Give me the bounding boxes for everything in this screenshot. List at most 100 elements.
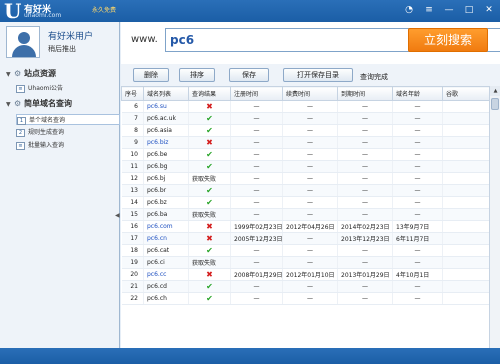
- available-check-icon: ✔: [188, 292, 231, 305]
- table-row[interactable]: 14 pc6.bz ✔ — — — —: [121, 196, 489, 209]
- domain-cell: pc6.biz: [143, 136, 189, 149]
- table-row[interactable]: 8 pc6.asia ✔ — — — —: [121, 124, 489, 137]
- column-header[interactable]: 续费时间: [282, 86, 338, 101]
- google-cell: [442, 208, 489, 221]
- table-row[interactable]: 12 pc6.bj 获取失败 — — — —: [121, 172, 489, 185]
- date-cell: —: [282, 124, 338, 137]
- table-row[interactable]: 21 pc6.cd ✔ — — — —: [121, 280, 489, 293]
- search-strip: www. pc6 立刻搜索: [121, 22, 500, 64]
- domain-cell: pc6.cc: [143, 268, 189, 281]
- skin-icon[interactable]: ◔: [402, 4, 416, 16]
- menu-icon[interactable]: ≡: [422, 4, 436, 16]
- table-row[interactable]: 10 pc6.be ✔ — — — —: [121, 148, 489, 161]
- row-number: 19: [121, 256, 144, 269]
- date-cell: —: [282, 244, 338, 257]
- column-header[interactable]: 域名列表: [143, 86, 189, 101]
- vertical-scrollbar[interactable]: ▲: [489, 86, 500, 348]
- date-cell: —: [392, 148, 443, 161]
- row-number: 16: [121, 220, 144, 233]
- registered-cross-icon: ✖: [188, 100, 231, 113]
- results-table[interactable]: 序号 域名列表 查询结果 注册时间 续费时间 到期时间 域名年龄 谷歌 6 pc6…: [121, 86, 489, 348]
- column-header[interactable]: 到期时间: [337, 86, 393, 101]
- section-title: 简单域名查询: [24, 99, 72, 108]
- collapse-triangle-icon: ▼: [6, 71, 11, 78]
- google-cell: [442, 184, 489, 197]
- table-row[interactable]: 7 pc6.ac.uk ✔ — — — —: [121, 112, 489, 125]
- status-bar: [0, 348, 500, 364]
- sidebar-section-simple-query[interactable]: ▼ ⚙ 简单域名查询: [0, 98, 120, 110]
- date-cell: —: [282, 148, 338, 161]
- table-row[interactable]: 20 pc6.cc ✖ 2008年01月29日 2012年01月10日 2013年01月2…: [121, 268, 489, 281]
- scroll-up-icon[interactable]: ▲: [490, 86, 500, 96]
- date-cell: —: [282, 100, 338, 113]
- date-cell: —: [230, 184, 283, 197]
- column-header[interactable]: 注册时间: [230, 86, 283, 101]
- google-cell: [442, 268, 489, 281]
- available-check-icon: ✔: [188, 160, 231, 173]
- search-button[interactable]: 立刻搜索: [408, 28, 488, 52]
- sidebar-item-single-query[interactable]: 1 单个域名查询: [16, 114, 120, 125]
- column-header[interactable]: 查询结果: [188, 86, 231, 101]
- avatar-body-icon: [12, 45, 36, 57]
- list-icon: ≡: [16, 141, 25, 150]
- date-cell: —: [392, 160, 443, 173]
- table-row[interactable]: 16 pc6.com ✖ 1999年02月23日 2012年04月26日 2014年02月…: [121, 220, 489, 233]
- date-cell: —: [337, 208, 393, 221]
- row-number: 17: [121, 232, 144, 245]
- registered-cross-icon: ✖: [188, 220, 231, 233]
- minimize-icon[interactable]: —: [442, 4, 456, 16]
- date-cell: —: [337, 244, 393, 257]
- date-cell: 2005年12月23日: [230, 232, 283, 245]
- result-text: 获取失败: [188, 208, 231, 221]
- table-row[interactable]: 11 pc6.bg ✔ — — — —: [121, 160, 489, 173]
- collapse-sidebar-icon[interactable]: ◀: [115, 212, 120, 219]
- date-cell: —: [282, 256, 338, 269]
- table-row[interactable]: 19 pc6.ci 获取失败 — — — —: [121, 256, 489, 269]
- table-row[interactable]: 6 pc6.su ✖ — — — —: [121, 100, 489, 113]
- google-cell: [442, 172, 489, 185]
- delete-button[interactable]: 删除: [133, 68, 169, 82]
- sidebar-item-announcement[interactable]: ≡ Uhaomi公告: [16, 83, 120, 94]
- open-save-dir-button[interactable]: 打开保存目录: [283, 68, 353, 82]
- maximize-icon[interactable]: □: [462, 4, 476, 16]
- date-cell: —: [337, 160, 393, 173]
- table-row[interactable]: 17 pc6.cn ✖ 2005年12月23日 —2013年12月23日 6年11月7日: [121, 232, 489, 245]
- scroll-thumb[interactable]: [491, 98, 499, 110]
- save-button[interactable]: 保存: [229, 68, 269, 82]
- google-cell: [442, 292, 489, 305]
- sort-button[interactable]: 排序: [179, 68, 215, 82]
- table-row[interactable]: 18 pc6.cat ✔ — — — —: [121, 244, 489, 257]
- row-number: 13: [121, 184, 144, 197]
- date-cell: —: [282, 196, 338, 209]
- table-row[interactable]: 15 pc6.ba 获取失败 — — — —: [121, 208, 489, 221]
- avatar[interactable]: [6, 26, 40, 58]
- gear-icon: ⚙: [14, 69, 22, 78]
- column-header[interactable]: 序号: [121, 86, 144, 101]
- row-number: 18: [121, 244, 144, 257]
- user-name[interactable]: 有好米用户: [48, 29, 93, 42]
- sidebar-item-rule-query[interactable]: 2 规则生成查询: [16, 127, 120, 138]
- column-header[interactable]: 谷歌: [442, 86, 489, 101]
- available-check-icon: ✔: [188, 184, 231, 197]
- sidebar-section-site-resources[interactable]: ▼ ⚙ 站点资源: [0, 68, 120, 80]
- row-number: 7: [121, 112, 144, 125]
- domain-cell: pc6.su: [143, 100, 189, 113]
- date-cell: —: [392, 196, 443, 209]
- column-header[interactable]: 域名年龄: [392, 86, 443, 101]
- title-bar: U 有好米 uhaomi.com 永久免费 ◔ ≡ — □ ✕: [0, 0, 500, 22]
- domain-cell: pc6.ba: [143, 208, 189, 221]
- date-cell: —: [230, 280, 283, 293]
- date-cell: 2013年01月29日: [337, 268, 393, 281]
- domain-cell: pc6.bj: [143, 172, 189, 185]
- table-row[interactable]: 9 pc6.biz ✖ — — — —: [121, 136, 489, 149]
- close-icon[interactable]: ✕: [482, 4, 496, 16]
- date-cell: 2014年02月23日: [337, 220, 393, 233]
- date-cell: —: [282, 232, 338, 245]
- table-row[interactable]: 13 pc6.br ✔ — — — —: [121, 184, 489, 197]
- date-cell: —: [282, 292, 338, 305]
- table-row[interactable]: 22 pc6.ch ✔ — — — —: [121, 292, 489, 305]
- user-action-link[interactable]: 稍后推出: [48, 44, 76, 54]
- available-check-icon: ✔: [188, 124, 231, 137]
- toolbar: 删除 排序 保存 打开保存目录 查询完成: [121, 64, 500, 86]
- sidebar-item-batch-query[interactable]: ≡ 批量输入查询: [16, 140, 120, 151]
